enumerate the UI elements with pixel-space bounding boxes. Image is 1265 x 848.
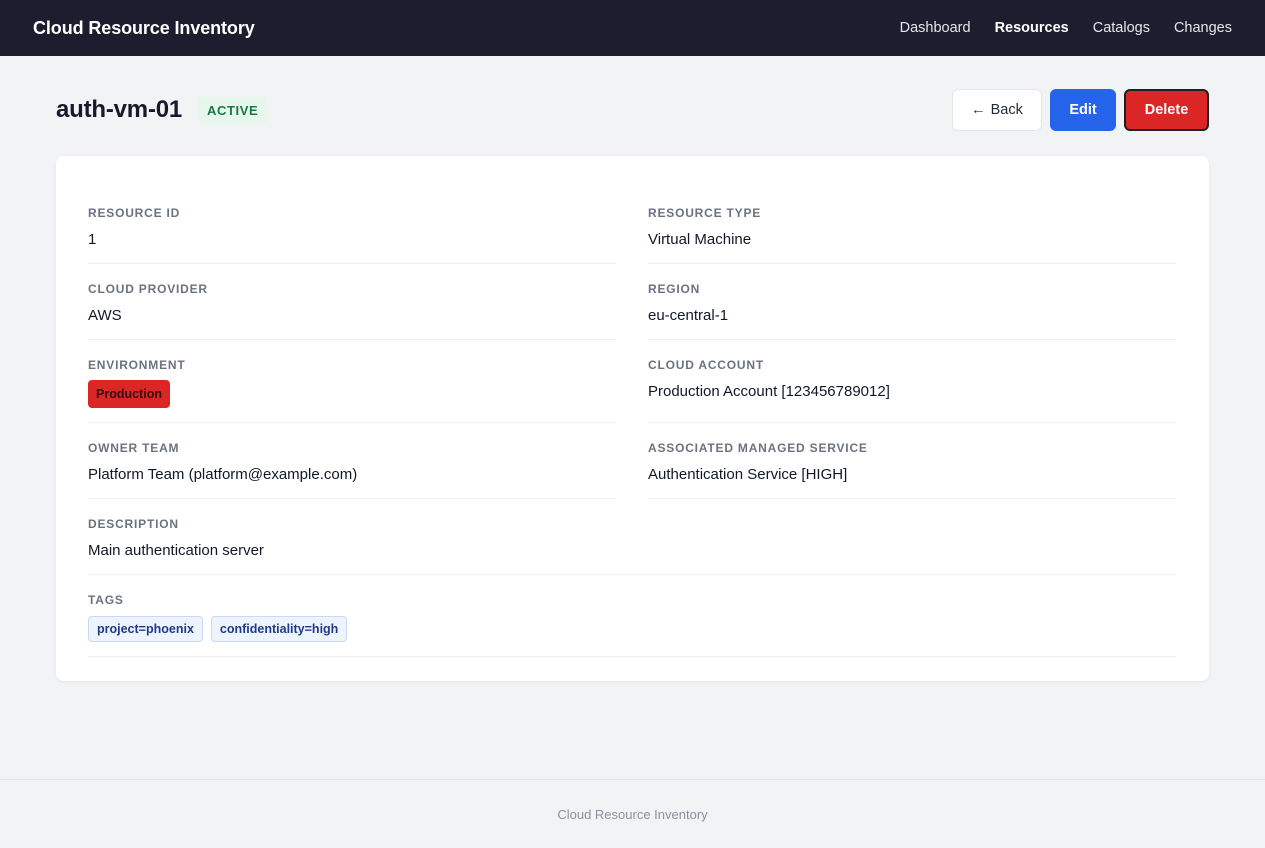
field-value: Production	[88, 380, 616, 408]
back-button[interactable]: ← Back	[952, 89, 1042, 131]
environment-badge: Production	[88, 380, 170, 408]
field-value: 1	[88, 231, 97, 248]
nav-resources[interactable]: Resources	[995, 20, 1069, 36]
field-tags: TAGS project=phoenix confidentiality=hig…	[88, 575, 1176, 657]
arrow-left-icon: ←	[971, 102, 986, 118]
page-footer: Cloud Resource Inventory	[0, 779, 1265, 848]
field-label: CLOUD PROVIDER	[88, 282, 208, 296]
tag-chip: project=phoenix	[88, 616, 203, 642]
field-label: RESOURCE ID	[88, 206, 181, 220]
field-resource-id: RESOURCE ID 1	[88, 188, 616, 264]
field-value: Main authentication server	[88, 542, 264, 559]
field-label: OWNER TEAM	[88, 441, 180, 455]
top-navbar: Cloud Resource Inventory Dashboard Resou…	[0, 0, 1265, 56]
field-label: ENVIRONMENT	[88, 358, 186, 372]
field-environment: ENVIRONMENT Production	[88, 340, 616, 423]
field-description: DESCRIPTION Main authentication server	[88, 499, 1176, 575]
field-cloud-account: CLOUD ACCOUNT Production Account [123456…	[648, 340, 1176, 423]
details-grid: RESOURCE ID 1 RESOURCE TYPE Virtual Mach…	[88, 188, 1177, 657]
field-label: RESOURCE TYPE	[648, 206, 762, 220]
page-header: auth-vm-01 ACTIVE ← Back Edit Delete	[56, 89, 1209, 131]
field-value: Production Account [123456789012]	[648, 383, 890, 400]
field-value: Authentication Service [HIGH]	[648, 466, 848, 483]
field-cloud-provider: CLOUD PROVIDER AWS	[88, 264, 616, 340]
nav-changes[interactable]: Changes	[1174, 20, 1232, 36]
page-title: auth-vm-01	[56, 96, 183, 123]
title-group: auth-vm-01 ACTIVE	[56, 96, 268, 124]
action-buttons: ← Back Edit Delete	[952, 89, 1209, 131]
tag-chip: confidentiality=high	[210, 616, 348, 642]
edit-button[interactable]: Edit	[1050, 89, 1116, 131]
field-region: REGION eu-central-1	[648, 264, 1176, 340]
field-value: AWS	[88, 307, 122, 324]
field-label: REGION	[648, 282, 701, 296]
field-value: Platform Team (platform@example.com)	[88, 466, 358, 483]
resource-detail-page: auth-vm-01 ACTIVE ← Back Edit Delete RES…	[0, 56, 1265, 681]
app-title[interactable]: Cloud Resource Inventory	[33, 18, 255, 39]
field-value: Virtual Machine	[648, 231, 752, 248]
field-label: CLOUD ACCOUNT	[648, 358, 764, 372]
nav-dashboard[interactable]: Dashboard	[900, 20, 971, 36]
status-badge: ACTIVE	[198, 96, 268, 124]
field-resource-type: RESOURCE TYPE Virtual Machine	[648, 188, 1176, 264]
field-owner-team: OWNER TEAM Platform Team (platform@examp…	[88, 423, 616, 499]
field-label: ASSOCIATED MANAGED SERVICE	[648, 441, 868, 455]
field-label: DESCRIPTION	[88, 517, 179, 531]
resource-details-card: RESOURCE ID 1 RESOURCE TYPE Virtual Mach…	[56, 156, 1209, 681]
field-managed-service: ASSOCIATED MANAGED SERVICE Authenticatio…	[648, 423, 1176, 499]
footer-text: Cloud Resource Inventory	[557, 806, 708, 822]
nav-catalogs[interactable]: Catalogs	[1093, 20, 1150, 36]
tag-list: project=phoenix confidentiality=high	[88, 616, 1176, 642]
delete-button[interactable]: Delete	[1124, 89, 1209, 131]
main-nav: Dashboard Resources Catalogs Changes	[900, 20, 1232, 36]
back-button-label: Back	[990, 102, 1023, 118]
field-label: TAGS	[88, 593, 124, 607]
field-value: eu-central-1	[648, 307, 729, 324]
